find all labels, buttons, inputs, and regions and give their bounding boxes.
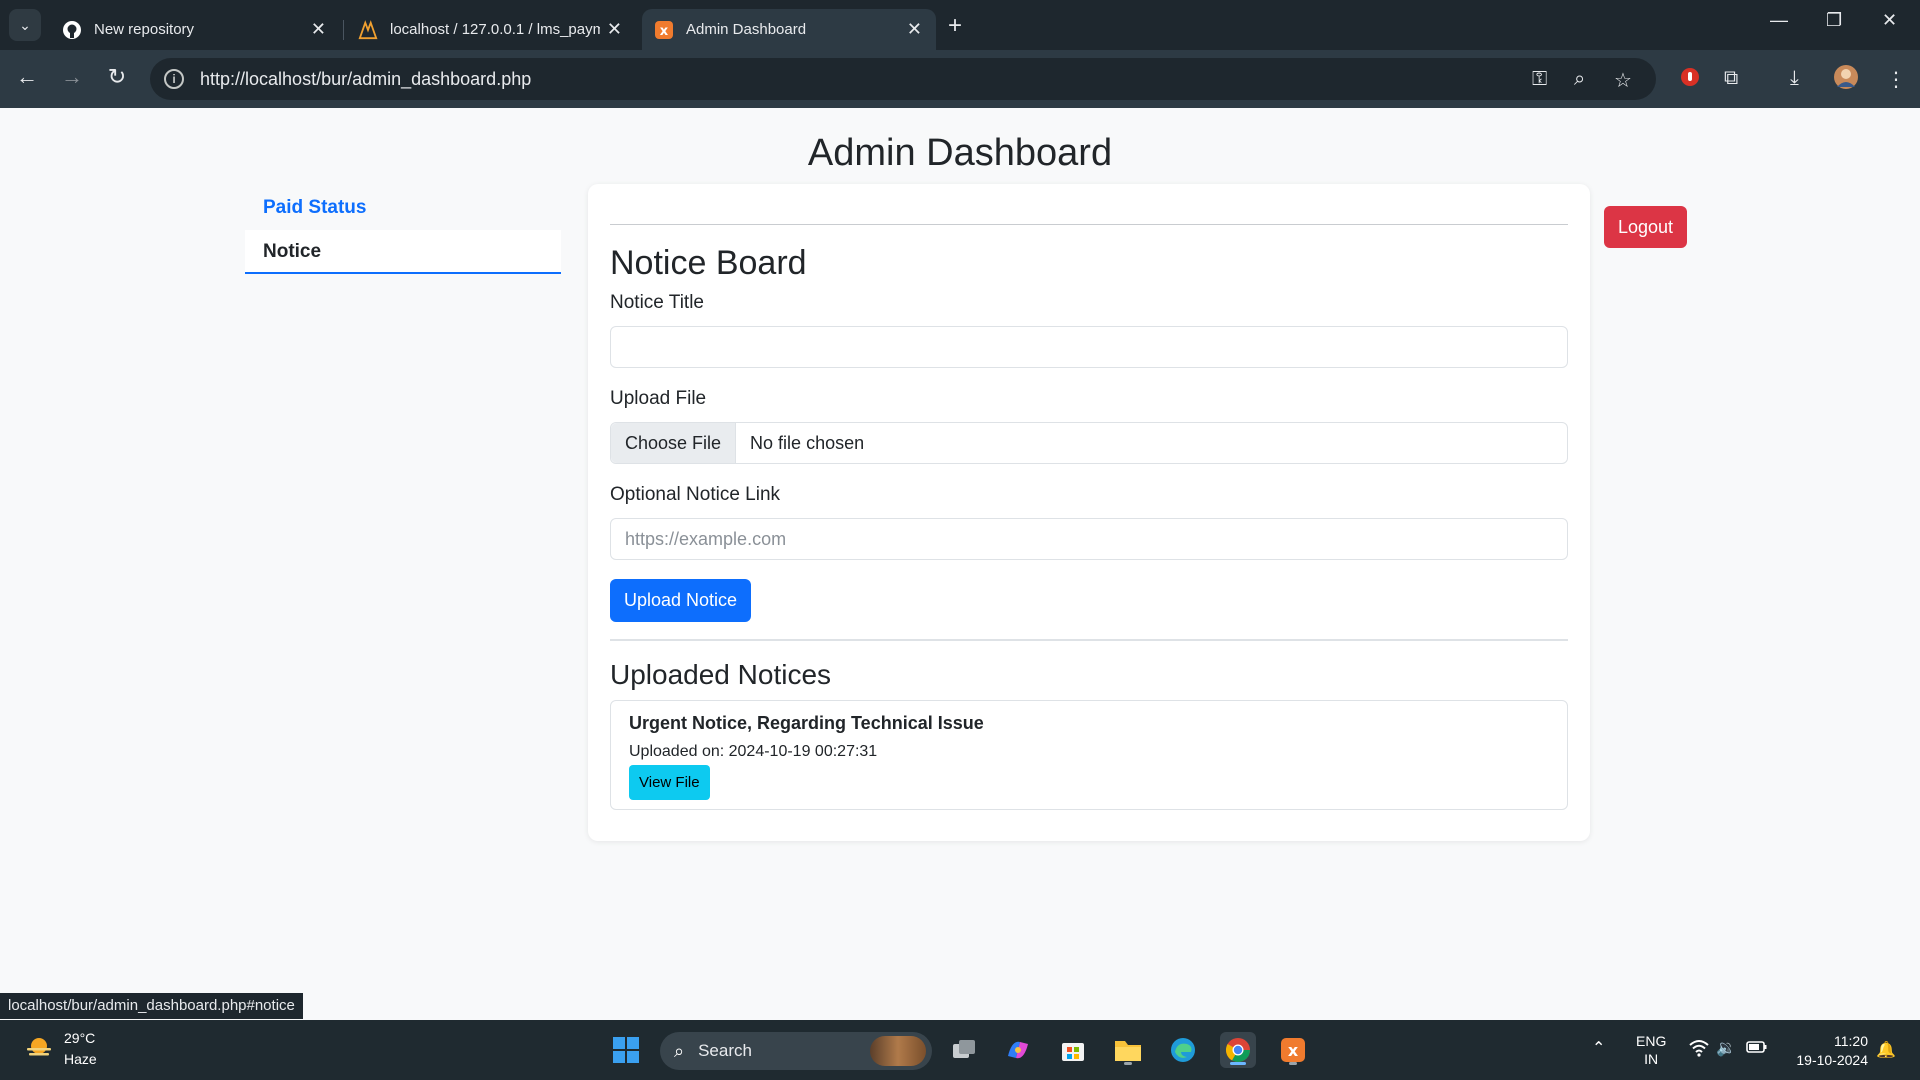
task-view-icon[interactable] [946,1032,982,1068]
svg-text:x: x [660,24,669,39]
upload-file-label: Upload File [610,388,707,409]
notice-link-label: Optional Notice Link [610,484,781,505]
copilot-icon[interactable] [1000,1032,1036,1068]
sidebar-item-paid-status[interactable]: Paid Status [245,186,561,230]
search-icon: ⌕ [674,1040,685,1061]
password-key-icon[interactable]: ⚿ [1532,68,1547,91]
extension-red-icon[interactable] [1680,67,1700,93]
xampp-taskbar-icon[interactable]: x [1275,1032,1311,1068]
tab-title: New repository [94,21,195,38]
browser-toolbar: ← → ↻ i http://localhost/bur/admin_dashb… [0,50,1920,108]
clock-date: 19-10-2024 [1796,1052,1868,1068]
running-indicator [1124,1062,1132,1065]
tab-close-icon[interactable]: ✕ [907,19,922,40]
show-hidden-icons-chevron-icon[interactable]: ⌃ [1592,1038,1605,1058]
chrome-browser-icon[interactable] [1220,1032,1256,1068]
notifications-bell-icon[interactable]: 🔔 [1876,1040,1896,1060]
file-explorer-icon[interactable] [1110,1032,1146,1068]
notice-card: Notice Board Notice Title Upload File Ch… [588,184,1590,841]
download-icon[interactable]: ⤓ [1790,67,1799,90]
divider [610,224,1568,225]
system-clock[interactable]: 11:20 19-10-2024 [1788,1032,1868,1070]
wifi-icon[interactable] [1688,1039,1710,1060]
notice-title-input[interactable] [610,326,1568,368]
tab-search-button[interactable]: ⌄ [9,9,41,41]
taskbar-search[interactable]: ⌕ Search [660,1032,932,1070]
windows-start-icon[interactable] [608,1032,644,1068]
divider [610,639,1568,641]
notice-board-heading: Notice Board [610,244,807,282]
close-window-icon[interactable]: ✕ [1882,10,1897,31]
edge-browser-icon[interactable] [1165,1032,1201,1068]
search-label: Search [698,1041,752,1060]
notice-link-input[interactable]: https://example.com [610,518,1568,560]
file-upload-input[interactable]: Choose File No file chosen [610,422,1568,464]
lang-line2: IN [1644,1051,1659,1067]
clock-time: 11:20 [1834,1033,1868,1049]
minimize-icon[interactable]: — [1770,10,1788,31]
choose-file-button[interactable]: Choose File [611,423,737,463]
tab-separator [343,20,344,40]
uploaded-notices-heading: Uploaded Notices [610,659,832,690]
tab-close-icon[interactable]: ✕ [607,19,622,40]
browser-menu-icon[interactable]: ⋮ [1886,67,1906,92]
tab-admin-dashboard[interactable]: x Admin Dashboard ✕ [642,9,936,50]
tab-close-icon[interactable]: ✕ [311,19,326,40]
site-info-icon[interactable]: i [164,69,184,89]
no-file-chosen-text: No file chosen [750,432,865,453]
view-file-button[interactable]: View File [629,765,710,800]
tab-phpmyadmin[interactable]: localhost / 127.0.0.1 / lms_paym ✕ [346,9,636,50]
weather-temp[interactable]: 29°C [64,1030,95,1046]
language-indicator[interactable]: ENG IN [1636,1032,1666,1068]
notice-list-item: Urgent Notice, Regarding Technical Issue… [610,700,1568,810]
notice-link-placeholder: https://example.com [625,528,787,549]
notice-title-label: Notice Title [610,292,704,313]
back-arrow-icon[interactable]: ← [12,64,42,90]
notice-item-title: Urgent Notice, Regarding Technical Issue [629,713,984,733]
sidebar-nav: Paid Status Notice [245,186,561,274]
browser-tab-bar: ⌄ New repository ✕ localhost / 127.0.0.1… [0,0,1920,50]
status-bar-url: localhost/bur/admin_dashboard.php#notice [0,993,303,1019]
address-bar[interactable]: i http://localhost/bur/admin_dashboard.p… [150,58,1656,100]
svg-text:x: x [1288,1041,1299,1060]
battery-icon[interactable] [1746,1039,1768,1058]
microsoft-store-icon[interactable] [1055,1032,1091,1068]
notice-item-date: Uploaded on: 2024-10-19 00:27:31 [629,743,878,760]
active-indicator [1230,1062,1246,1065]
zoom-icon[interactable]: ⌕ [1574,68,1585,91]
xampp-icon: x [654,20,674,40]
page-content: Admin Dashboard Paid Status Notice Notic… [0,108,1920,1020]
extensions-puzzle-icon[interactable]: ⧉ [1724,67,1738,90]
page-title: Admin Dashboard [807,132,1113,174]
sidebar-item-notice[interactable]: Notice [245,230,561,274]
upload-notice-button[interactable]: Upload Notice [610,579,752,622]
url-text[interactable]: http://localhost/bur/admin_dashboard.php [200,69,531,90]
tab-title: Admin Dashboard [686,21,807,38]
logout-button[interactable]: Logout [1604,206,1688,248]
tab-new-repository[interactable]: New repository ✕ [50,9,340,50]
phpmyadmin-icon [358,19,378,40]
search-highlight-image [870,1036,926,1066]
volume-icon[interactable]: 🔉 [1716,1038,1736,1058]
weather-condition[interactable]: Haze [64,1051,97,1067]
restore-icon[interactable]: ❐ [1826,10,1842,31]
new-tab-plus-icon[interactable]: + [948,12,962,40]
github-icon [62,20,82,40]
bookmark-star-icon[interactable]: ☆ [1614,68,1632,93]
lang-line1: ENG [1636,1033,1667,1049]
windows-taskbar: 29°C Haze ⌕ Search x ⌃ ENG IN 🔉 11:20 19… [0,1020,1920,1080]
weather-haze-icon[interactable] [24,1036,54,1060]
profile-avatar[interactable] [1834,65,1858,95]
running-indicator [1289,1062,1297,1065]
reload-icon[interactable]: ↻ [102,64,132,90]
forward-arrow-icon[interactable]: → [57,64,87,90]
tab-title: localhost / 127.0.0.1 / lms_paym [390,21,600,38]
